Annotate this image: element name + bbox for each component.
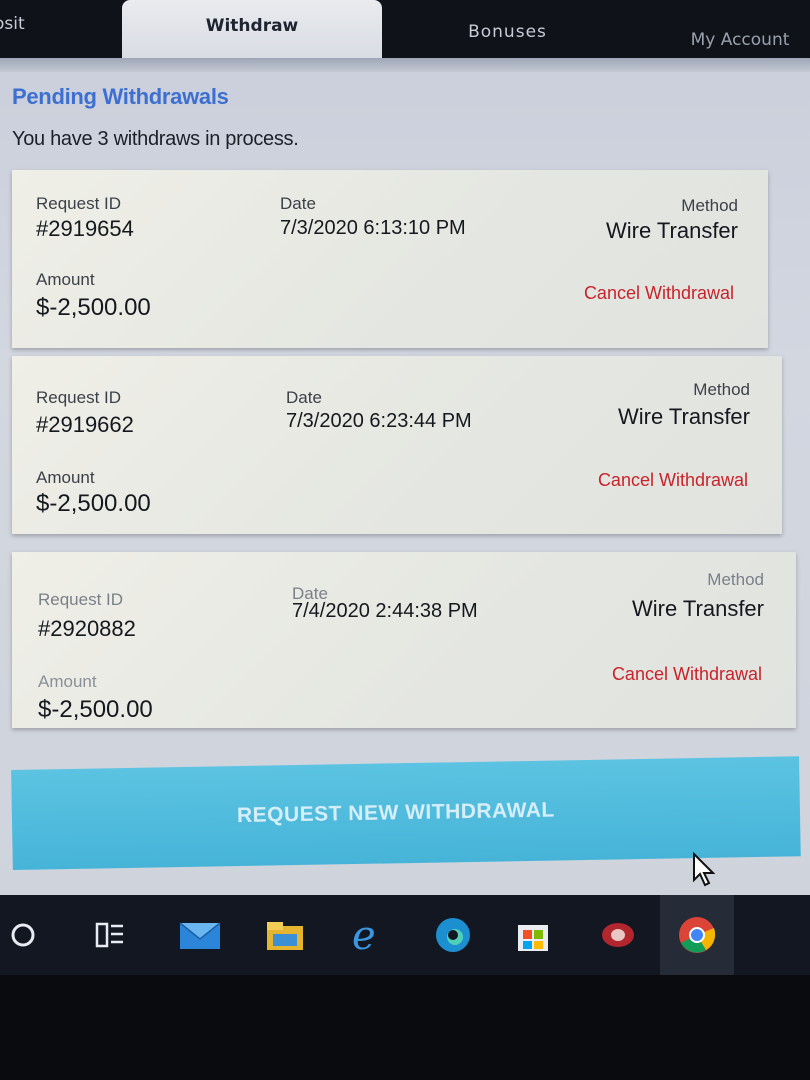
amount-label: Amount [36, 270, 95, 289]
method-label: Method [707, 570, 764, 589]
date-label: Date [280, 194, 316, 213]
date-value: 7/3/2020 6:23:44 PM [286, 410, 472, 432]
request-id-value: #2919654 [36, 216, 134, 241]
request-id-label: Request ID [36, 194, 122, 213]
method-value: Wire Transfer [631, 596, 764, 621]
date-value: 7/4/2020 2:44:38 PM [292, 600, 478, 622]
date-value: 7/3/2020 6:13:10 PM [280, 217, 466, 239]
amount-label: Amount [36, 468, 95, 487]
browser-viewport: osit Withdraw Bonuses My Account Pending… [0, 0, 810, 910]
internet-explorer-icon[interactable]: e [345, 913, 391, 957]
page-title: Pending Withdrawals [12, 84, 229, 109]
amount-value: $-2,500.00 [36, 294, 151, 321]
method-label: Method [693, 380, 750, 399]
app-icon[interactable] [595, 913, 641, 957]
cancel-withdrawal-link[interactable]: Cancel Withdrawal [584, 283, 734, 304]
file-explorer-icon[interactable] [262, 913, 308, 957]
tab-deposit[interactable]: osit [0, 0, 54, 58]
monitor-bezel [0, 975, 810, 1080]
tab-bonuses[interactable]: Bonuses [420, 0, 595, 58]
mouse-cursor-icon [693, 852, 716, 887]
method-label: Method [681, 196, 738, 215]
edge-icon[interactable] [430, 913, 476, 957]
tab-bar: osit Withdraw Bonuses My Account [0, 0, 810, 58]
start-circle-icon[interactable] [8, 913, 38, 957]
method-value: Wire Transfer [617, 404, 750, 429]
request-id-value: #2919662 [36, 412, 134, 437]
withdrawal-card: Request ID #2919654 Date 7/3/2020 6:13:1… [12, 170, 768, 348]
withdrawal-card: Request ID #2919662 Date 7/3/2020 6:23:4… [12, 356, 782, 534]
date-label: Date [286, 388, 322, 407]
amount-label: Amount [38, 672, 97, 691]
request-id-value: #2920882 [38, 616, 136, 641]
withdrawal-card: Request ID #2920882 Date 7/4/2020 2:44:3… [12, 552, 796, 728]
taskbar: e [0, 895, 810, 975]
store-icon[interactable] [510, 913, 556, 957]
request-id-label: Request ID [36, 388, 122, 407]
cancel-withdrawal-link[interactable]: Cancel Withdrawal [598, 470, 748, 491]
task-view-icon[interactable] [90, 913, 130, 957]
amount-value: $-2,500.00 [36, 490, 151, 517]
request-new-withdrawal-button[interactable]: REQUEST NEW WITHDRAWAL [11, 756, 801, 870]
method-value: Wire Transfer [605, 218, 738, 243]
tab-withdraw[interactable]: Withdraw [122, 0, 382, 58]
cancel-withdrawal-link[interactable]: Cancel Withdrawal [612, 664, 762, 685]
tab-my-account[interactable]: My Account [670, 0, 810, 58]
amount-value: $-2,500.00 [38, 696, 153, 723]
tab-divider [0, 58, 810, 72]
chrome-icon[interactable] [660, 895, 734, 975]
svg-text:e: e [352, 915, 376, 955]
mail-icon[interactable] [175, 913, 225, 957]
withdraw-count-text: You have 3 withdraws in process. [12, 128, 299, 150]
request-id-label: Request ID [38, 590, 124, 609]
